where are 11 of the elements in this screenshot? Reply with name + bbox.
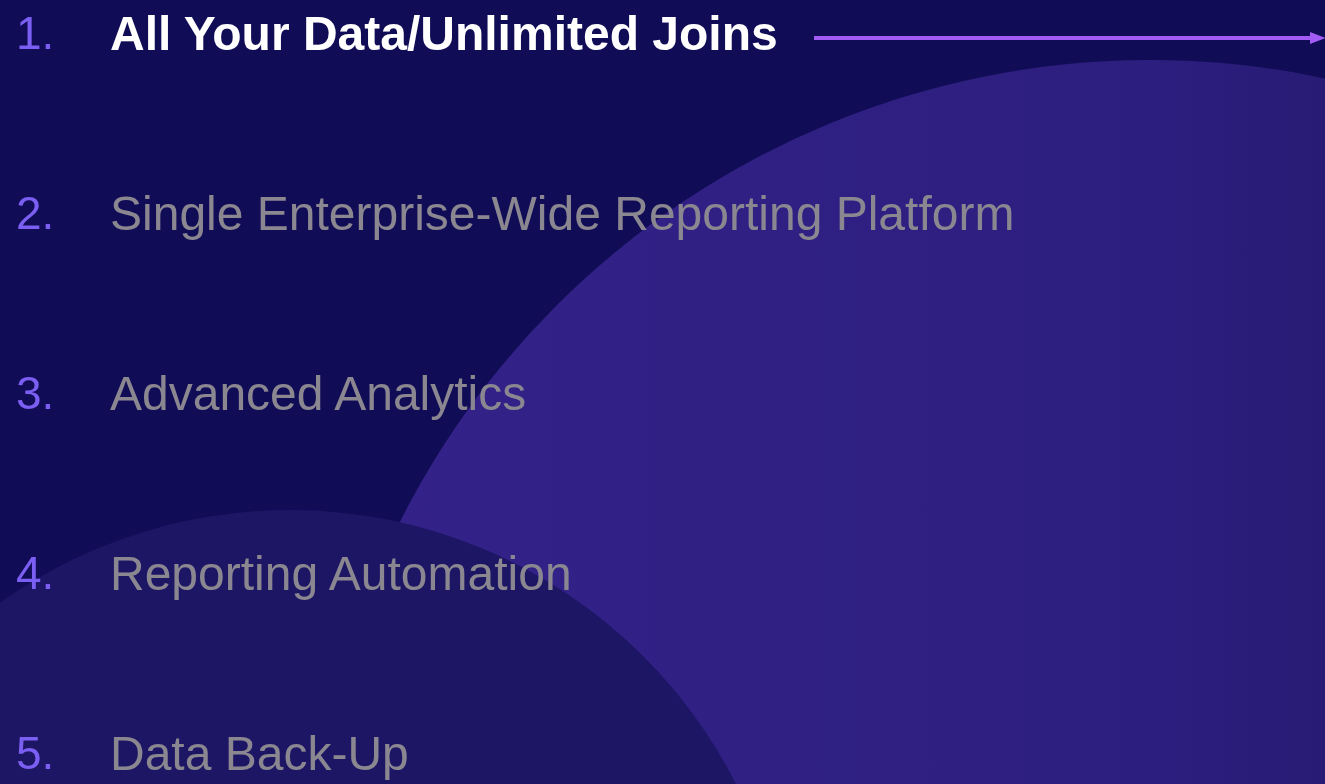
arrow-icon bbox=[813, 32, 1325, 44]
item-number: 2. bbox=[16, 186, 56, 240]
item-number: 5. bbox=[16, 726, 56, 780]
item-number: 4. bbox=[16, 546, 56, 600]
item-number: 1. bbox=[16, 6, 56, 60]
feature-tab[interactable]: Advanced Analytics bbox=[110, 365, 527, 421]
feature-tab[interactable]: Reporting Automation bbox=[110, 545, 572, 601]
feature-tab[interactable]: All Your Data/Unlimited Joins bbox=[110, 5, 778, 61]
feature-tab[interactable]: Data Back-Up bbox=[110, 725, 409, 781]
item-number: 3. bbox=[16, 366, 56, 420]
feature-tab[interactable]: Single Enterprise-Wide Reporting Platform bbox=[110, 185, 1015, 241]
